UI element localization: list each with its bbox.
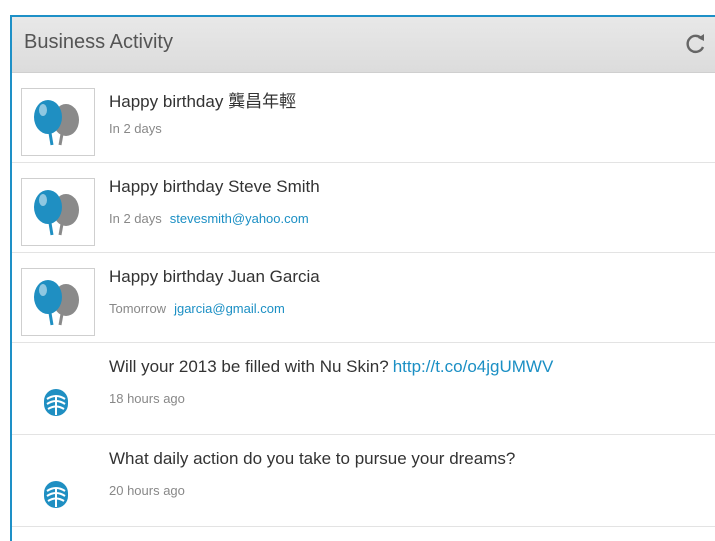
item-title-text: Will your 2013 be filled with Nu Skin? bbox=[109, 357, 389, 376]
nu-skin-logo-icon bbox=[44, 389, 68, 416]
refresh-icon[interactable] bbox=[683, 31, 709, 57]
list-item[interactable]: Will your 2013 be filled with Nu Skin? ht… bbox=[12, 343, 715, 435]
list-item[interactable]: Happy birthday Juan Garcia Tomorrow jgarc… bbox=[12, 253, 715, 343]
tweet-link[interactable]: http://t.co/o4jgUMWV bbox=[393, 357, 554, 376]
balloons-icon bbox=[21, 88, 95, 156]
item-title: What daily action do you take to pursue … bbox=[109, 449, 516, 468]
item-time: 20 hours ago bbox=[109, 483, 185, 498]
item-meta: 18 hours ago bbox=[109, 391, 185, 406]
item-title: Happy birthday Juan Garcia bbox=[109, 267, 320, 286]
item-title: Will your 2013 be filled with Nu Skin? ht… bbox=[109, 357, 553, 377]
item-meta: In 2 days stevesmith@yahoo.com bbox=[109, 211, 309, 226]
panel-header: Business Activity bbox=[12, 17, 715, 73]
business-activity-panel: Business Activity Happy birthday 龔昌年輕 In… bbox=[10, 15, 715, 541]
email-link[interactable]: stevesmith@yahoo.com bbox=[170, 211, 309, 226]
balloons-icon bbox=[21, 178, 95, 246]
panel-title: Business Activity bbox=[24, 31, 173, 53]
list-item[interactable]: Happy birthday Steve Smith In 2 days stev… bbox=[12, 163, 715, 253]
item-meta: In 2 days bbox=[109, 121, 162, 136]
item-title: Happy birthday 龔昌年輕 bbox=[109, 92, 297, 111]
item-time: In 2 days bbox=[109, 211, 162, 226]
list-item[interactable]: What daily action do you take to pursue … bbox=[12, 435, 715, 527]
item-time: In 2 days bbox=[109, 121, 162, 136]
email-link[interactable]: jgarcia@gmail.com bbox=[174, 301, 285, 316]
nu-skin-logo-icon bbox=[44, 481, 68, 508]
list-item[interactable]: Happy birthday 龔昌年輕 In 2 days bbox=[12, 73, 715, 163]
item-meta: 20 hours ago bbox=[109, 483, 185, 498]
balloons-icon bbox=[21, 268, 95, 336]
activity-list: Happy birthday 龔昌年輕 In 2 days Happy birt… bbox=[12, 73, 715, 527]
item-title: Happy birthday Steve Smith bbox=[109, 177, 320, 196]
item-time: Tomorrow bbox=[109, 301, 167, 316]
item-meta: Tomorrow jgarcia@gmail.com bbox=[109, 301, 285, 316]
item-time: 18 hours ago bbox=[109, 391, 185, 406]
